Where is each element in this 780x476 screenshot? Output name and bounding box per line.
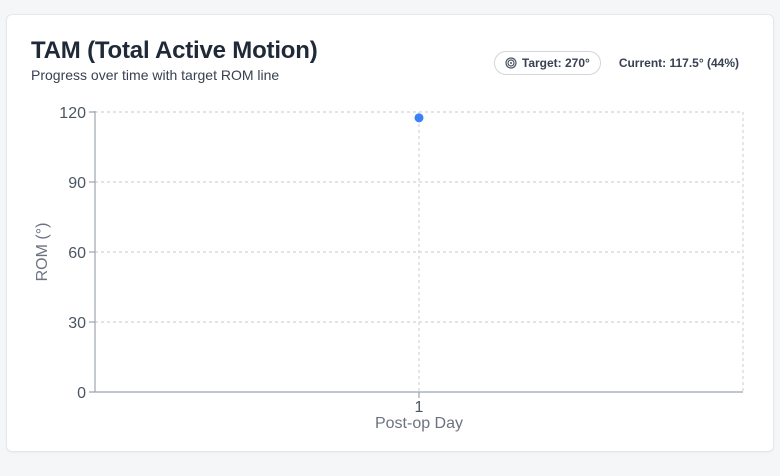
y-axis-title: ROM (°) <box>34 223 51 282</box>
rom-chart: 0 30 60 90 120 1 Post-op Day ROM (°) <box>34 105 744 432</box>
tick-labels: 0 30 60 90 120 1 <box>59 105 423 416</box>
y-tick-label: 90 <box>68 175 86 192</box>
axes <box>89 111 743 398</box>
y-tick-label: 60 <box>68 245 86 262</box>
data-points <box>414 113 424 123</box>
y-tick-label: 120 <box>59 105 86 122</box>
x-axis-title: Post-op Day <box>375 415 463 432</box>
chart-card: TAM (Total Active Motion) Progress over … <box>6 14 774 452</box>
x-tick-label: 1 <box>415 399 424 416</box>
grid-lines <box>95 111 744 392</box>
data-point <box>414 113 424 123</box>
y-tick-label: 30 <box>68 315 86 332</box>
y-tick-label: 0 <box>77 385 86 402</box>
